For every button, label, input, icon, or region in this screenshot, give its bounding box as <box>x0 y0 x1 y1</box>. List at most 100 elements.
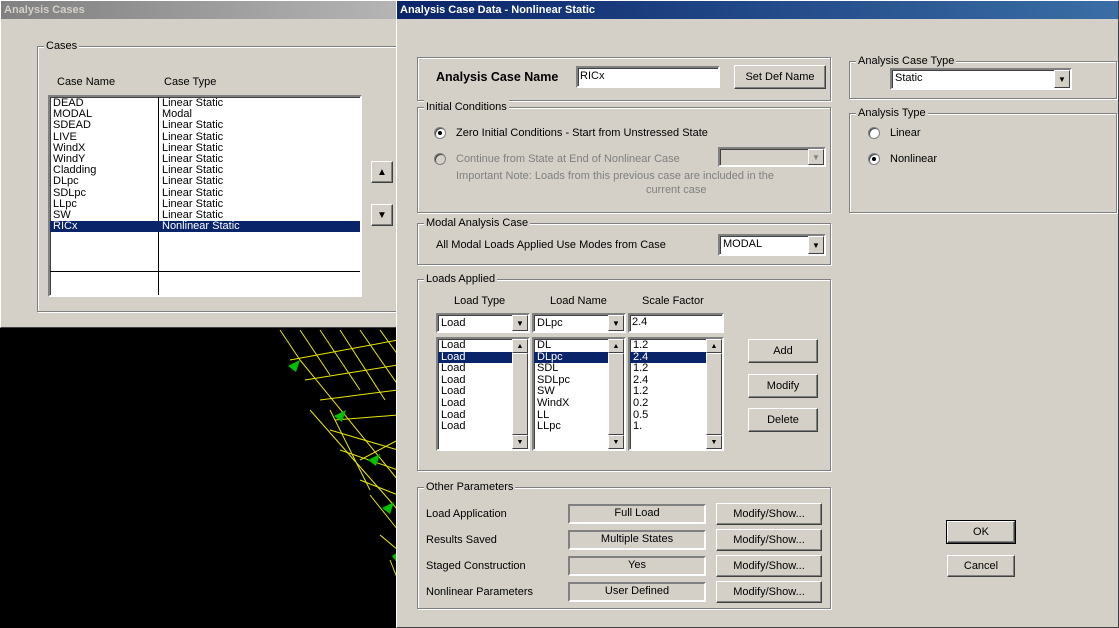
loads-applied-group: Loads Applied Load Type Load Name Scale … <box>417 272 831 471</box>
load-name-list[interactable]: DL DLpc SDL SDLpc SW WindX LL LLpc ▲ ▼ <box>532 337 626 451</box>
parameter-label: Nonlinear Parameters <box>426 586 533 598</box>
move-up-button[interactable]: ▲ <box>371 161 393 183</box>
parameter-value-field: Yes <box>568 556 706 576</box>
important-note-line1: Important Note: Loads from this previous… <box>456 170 774 182</box>
scroll-down-icon[interactable]: ▼ <box>512 435 528 449</box>
analysis-type-group: Analysis Type Linear Nonlinear <box>849 106 1117 213</box>
chevron-down-icon: ▼ <box>808 149 824 165</box>
loads-applied-label: Loads Applied <box>424 272 498 286</box>
table-row[interactable]: DEAD Linear Static <box>50 97 360 109</box>
analysis-case-name-value: RICx <box>580 70 605 82</box>
load-name-column-header: Load Name <box>550 295 607 307</box>
scroll-thumb[interactable] <box>706 353 722 435</box>
modify-show-button[interactable]: Modify/Show... <box>716 555 822 577</box>
scroll-up-icon[interactable]: ▲ <box>706 339 722 353</box>
load-type-item[interactable]: Load <box>438 421 512 433</box>
modify-show-button[interactable]: Modify/Show... <box>716 529 822 551</box>
load-type-value: Load <box>441 317 466 329</box>
set-def-name-button[interactable]: Set Def Name <box>734 65 826 89</box>
case-type-cell: Linear Static <box>162 119 224 132</box>
parameter-label: Results Saved <box>426 534 497 546</box>
chevron-down-icon: ▼ <box>808 236 824 254</box>
row-divider <box>50 271 360 272</box>
add-load-button[interactable]: Add <box>748 339 818 363</box>
load-type-list[interactable]: Load Load Load Load Load Load Load Load ▲ ▼ <box>436 337 530 451</box>
case-type-cell: Nonlinear Static <box>162 220 240 233</box>
scroll-thumb[interactable] <box>512 353 528 435</box>
linear-radio[interactable] <box>868 127 880 139</box>
case-name-cell: SDEAD <box>53 119 91 132</box>
scale-factor-value: 2.4 <box>632 316 648 328</box>
linear-label: Linear <box>890 127 921 139</box>
scale-factor-list-scrollbar[interactable]: ▲ ▼ <box>706 339 722 449</box>
case-name-cell: DLpc <box>53 175 79 188</box>
initial-conditions-label: Initial Conditions <box>424 100 509 114</box>
case-name-cell: RICx <box>53 220 78 233</box>
chevron-down-icon: ▼ <box>512 315 528 331</box>
nonlinear-radio[interactable] <box>868 153 880 165</box>
parameter-value-field: Multiple States <box>568 530 706 550</box>
continue-from-state-label: Continue from State at End of Nonlinear … <box>456 153 680 165</box>
nonlinear-case-select[interactable]: ▼ <box>718 147 826 167</box>
scroll-up-icon[interactable]: ▲ <box>512 339 528 353</box>
load-type-select[interactable]: Load ▼ <box>436 313 530 333</box>
modify-show-button[interactable]: Modify/Show... <box>716 503 822 525</box>
load-name-item[interactable]: LLpc <box>534 421 608 433</box>
analysis-case-type-label: Analysis Case Type <box>856 54 957 68</box>
case-name-group: Analysis Case Name RICx Set Def Name <box>417 57 831 101</box>
cases-rows: DEAD Linear Static MODAL Modal SDEAD Linear S… <box>50 97 360 233</box>
load-name-select[interactable]: DLpc ▼ <box>532 313 626 333</box>
move-down-button[interactable]: ▼ <box>371 204 393 226</box>
parameter-value: User Defined <box>604 585 670 597</box>
cases-list[interactable]: DEAD Linear Static MODAL Modal SDEAD Linear S… <box>48 95 362 297</box>
load-type-item[interactable]: Load <box>438 340 512 352</box>
parameter-value: Multiple States <box>600 533 674 545</box>
cancel-button[interactable]: Cancel <box>947 555 1015 577</box>
other-parameters-group: Other Parameters Load Application Full Lo… <box>417 480 831 609</box>
analysis-case-type-group: Analysis Case Type Static ▼ <box>849 54 1117 99</box>
scale-factor-list[interactable]: 1.2 2.4 1.2 2.4 1.2 0.2 0.5 1. ▲ ▼ <box>628 337 724 451</box>
scroll-down-icon[interactable]: ▼ <box>706 435 722 449</box>
parameter-label: Staged Construction <box>426 560 526 572</box>
scale-factor-input[interactable]: 2.4 <box>628 313 724 333</box>
load-name-list-items: DL DLpc SDL SDLpc SW WindX LL LLpc <box>534 340 608 433</box>
table-row[interactable]: DLpc Linear Static <box>50 176 360 187</box>
analysis-case-name-input[interactable]: RICx <box>576 66 720 88</box>
nonlinear-label: Nonlinear <box>890 153 938 165</box>
load-name-item[interactable]: DL <box>534 340 608 352</box>
analysis-case-name-label: Analysis Case Name <box>436 70 559 84</box>
modal-case-select[interactable]: MODAL ▼ <box>718 234 826 256</box>
load-name-value: DLpc <box>537 317 563 329</box>
zero-initial-conditions-radio[interactable] <box>434 127 446 139</box>
modal-analysis-case-label: Modal Analysis Case <box>424 216 531 230</box>
modify-show-button[interactable]: Modify/Show... <box>716 581 822 603</box>
cases-group: Cases Case Name Case Type DEAD Linear Sta… <box>37 39 401 312</box>
table-row[interactable]: SDLpc Linear Static <box>50 187 360 199</box>
parameter-value: Full Load <box>614 507 660 519</box>
scroll-down-icon[interactable]: ▼ <box>608 435 624 449</box>
continue-from-state-radio[interactable] <box>434 153 446 165</box>
parameter-value: Yes <box>628 559 646 571</box>
scale-factor-item[interactable]: 0.2 <box>630 398 706 410</box>
scale-factor-column-header: Scale Factor <box>642 295 704 307</box>
ok-button[interactable]: OK <box>946 520 1016 544</box>
load-type-item[interactable]: Load <box>438 398 512 410</box>
delete-load-button[interactable]: Delete <box>748 408 818 432</box>
scale-factor-item[interactable]: 1.2 <box>630 340 706 352</box>
analysis-case-type-select[interactable]: Static ▼ <box>890 68 1072 90</box>
analysis-cases-titlebar: Analysis Cases <box>1 1 399 19</box>
structure-wireframe <box>279 329 399 581</box>
load-type-list-items: Load Load Load Load Load Load Load Load <box>438 340 512 433</box>
load-name-list-scrollbar[interactable]: ▲ ▼ <box>608 339 624 449</box>
scroll-thumb[interactable] <box>608 353 624 435</box>
load-name-item[interactable]: WindX <box>534 398 608 410</box>
load-type-list-scrollbar[interactable]: ▲ ▼ <box>512 339 528 449</box>
case-type-cell: Linear Static <box>162 175 224 188</box>
modify-load-button[interactable]: Modify <box>748 374 818 398</box>
scale-factor-item[interactable]: 1. <box>630 421 706 433</box>
cases-group-label: Cases <box>44 39 80 53</box>
table-row[interactable]: SDEAD Linear Static <box>50 120 360 131</box>
table-row[interactable]: RICx Nonlinear Static <box>50 220 360 233</box>
scroll-up-icon[interactable]: ▲ <box>608 339 624 353</box>
analysis-case-type-value: Static <box>895 72 923 84</box>
